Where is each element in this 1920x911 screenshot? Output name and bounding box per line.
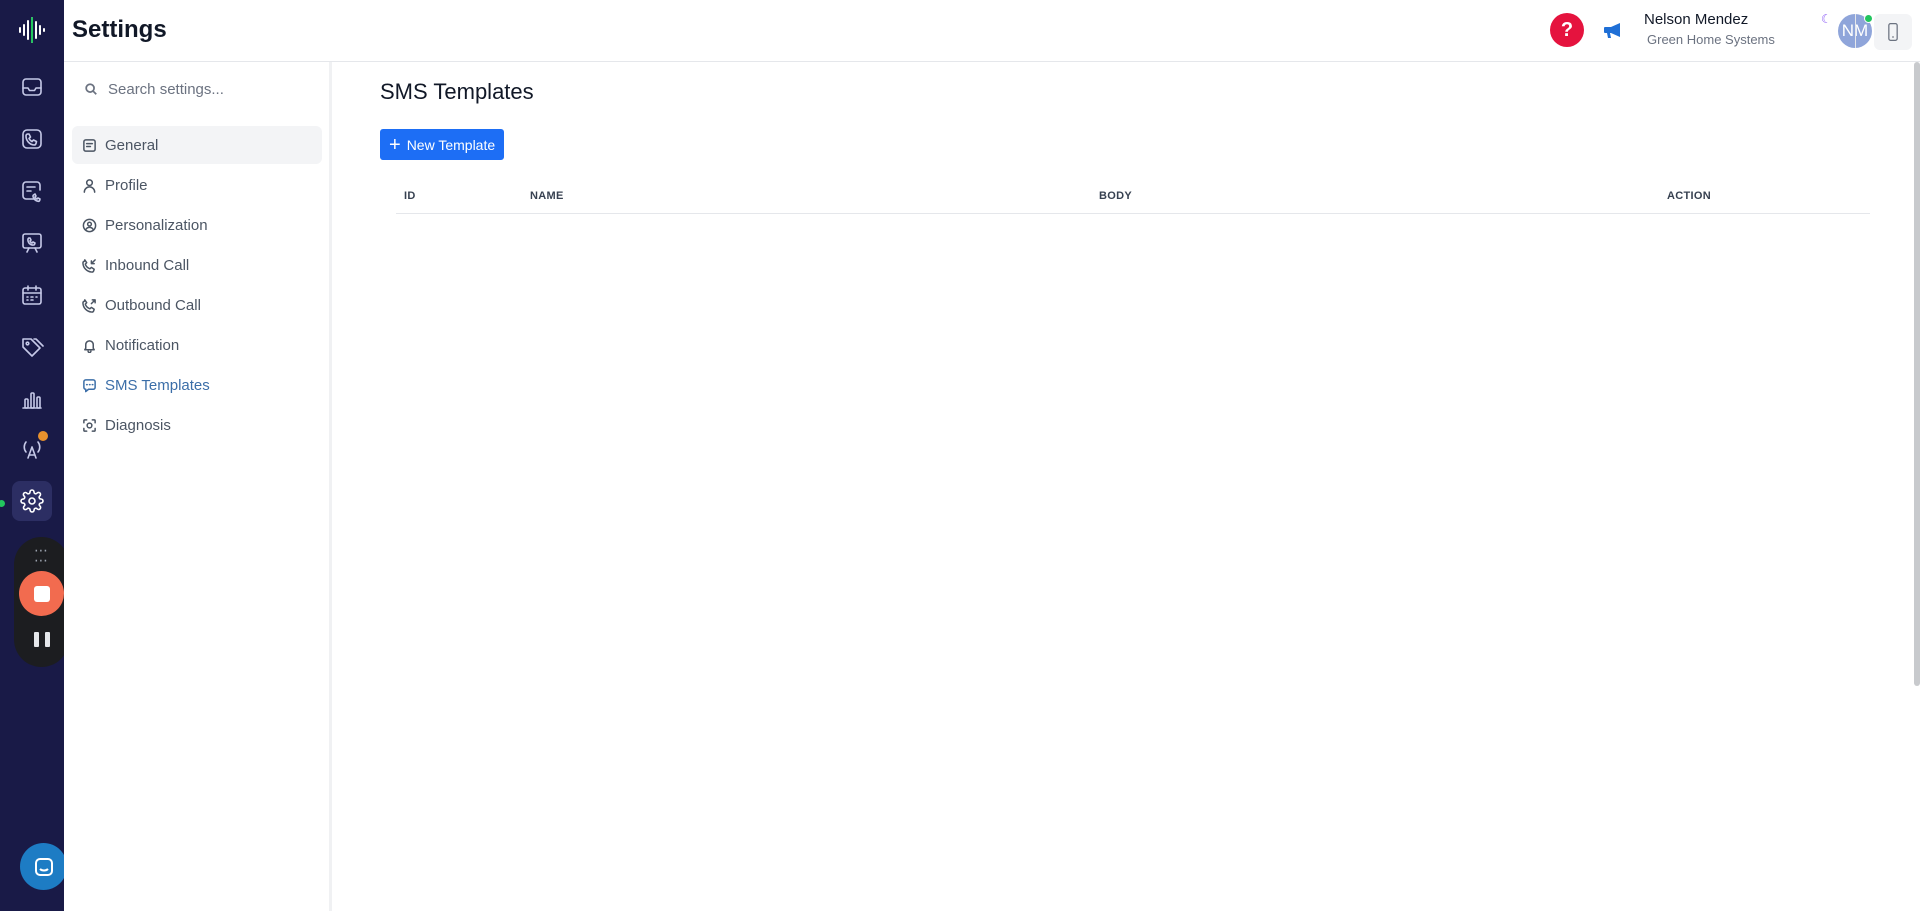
chat-icon [34,857,53,876]
calendar-icon[interactable] [12,275,52,315]
sms-icon [83,378,96,392]
settings-icon[interactable] [12,481,52,521]
mobile-phone-icon [1888,23,1898,41]
new-template-button[interactable]: + New Template [380,129,505,160]
personalization-icon [82,218,97,232]
app-rail [0,0,64,911]
sidebar-item-label: Notification [105,336,180,354]
page-title: Settings [72,16,167,43]
tags-icon[interactable] [12,327,52,367]
phone-icon[interactable] [12,119,52,159]
search-input[interactable] [108,80,308,98]
sidebar-item-label: Personalization [105,216,208,234]
scrollbar[interactable] [1914,62,1920,686]
templates-table: ID NAME BODY ACTION [396,187,1870,214]
broadcast-icon[interactable] [12,429,52,469]
announcement-icon[interactable] [1599,16,1627,44]
user-name[interactable]: Nelson Mendez [1644,11,1748,28]
settings-search [80,74,320,104]
sidebar-item-diagnosis[interactable]: Diagnosis [72,406,322,444]
sidebar-item-label: Outbound Call [105,296,201,314]
call-log-icon[interactable] [12,171,52,211]
column-header-action: ACTION [1667,190,1711,202]
active-indicator [0,500,5,507]
call-recorder-widget: ⋯ ⋯ [14,537,69,667]
pause-button[interactable] [34,632,50,648]
help-button[interactable]: ? [1550,13,1584,47]
softphone-button[interactable] [1874,14,1912,50]
plus-icon: + [389,133,401,156]
sidebar-item-label: Inbound Call [105,256,190,274]
online-status-dot [1864,14,1873,23]
kiosk-icon[interactable] [12,223,52,263]
inbound-call-icon [82,258,96,273]
sidebar-item-profile[interactable]: Profile [72,166,322,204]
sidebar-item-label: General [105,136,159,154]
inbox-icon[interactable] [12,67,52,107]
general-icon [83,138,96,152]
sidebar-item-sms-templates[interactable]: SMS Templates [72,366,322,404]
top-header: Settings ? Nelson Mendez ☾ Green Home Sy… [64,0,1920,62]
sidebar-item-inbound-call[interactable]: Inbound Call [72,246,322,284]
bell-icon [84,339,95,353]
logo-icon[interactable] [14,12,50,48]
main-content: SMS Templates + New Template ID NAME BOD… [334,62,1904,911]
notification-badge [38,431,48,441]
column-header-id[interactable]: ID [404,190,416,202]
outbound-call-icon [82,298,96,313]
sidebar-item-label: Diagnosis [105,416,171,434]
sidebar-item-general[interactable]: General [72,126,322,164]
sidebar-item-notification[interactable]: Notification [72,326,322,364]
chat-support-button[interactable] [20,843,67,890]
new-template-label: New Template [406,136,496,153]
stop-icon [33,585,50,602]
user-organization: Green Home Systems [1647,32,1775,47]
analytics-icon[interactable] [12,379,52,419]
header-divider [1855,14,1856,48]
stop-recording-button[interactable] [19,571,64,616]
diagnosis-icon [83,418,96,432]
settings-sidebar: General Profile Personalization Inbound … [64,62,332,911]
column-header-name[interactable]: NAME [530,190,564,202]
drag-handle-icon[interactable]: ⋯ ⋯ [34,543,49,567]
section-title: SMS Templates [380,79,534,104]
search-icon [85,83,97,95]
profile-icon [83,178,96,193]
sidebar-item-outbound-call[interactable]: Outbound Call [72,286,322,324]
sidebar-item-label: SMS Templates [105,376,210,394]
column-header-body[interactable]: BODY [1099,190,1132,202]
sidebar-item-label: Profile [105,176,148,194]
moon-icon: ☾ [1821,12,1832,26]
sidebar-item-personalization[interactable]: Personalization [72,206,322,244]
